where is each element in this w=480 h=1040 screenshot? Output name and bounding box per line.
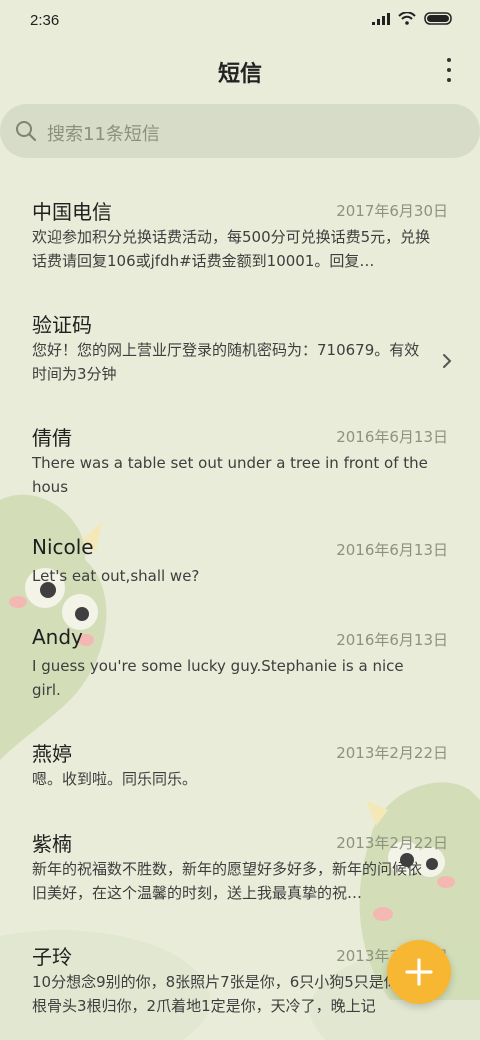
search-input[interactable]: 搜索11条短信 (0, 104, 480, 158)
app-header: 短信 (0, 40, 480, 100)
battery-icon (424, 12, 452, 25)
contact-name: 燕婷 (32, 742, 72, 766)
contact-name: 验证码 (32, 313, 92, 337)
more-options-button[interactable] (442, 58, 456, 82)
message-preview: 10分想念9别的你，8张照片7张是你，6只小狗5只是你，4根骨头3根归你，2爪着… (32, 973, 424, 1015)
conversation-item[interactable]: 倩倩 2016年6月13日 There was a table set out … (0, 406, 480, 516)
chevron-right-icon (443, 354, 452, 368)
message-preview: 您好！您的网上营业厅登录的随机密码为：710679。有效时间为3分钟 (32, 341, 420, 383)
contact-name: 倩倩 (32, 426, 72, 450)
status-time: 2:36 (30, 12, 60, 29)
status-icons (372, 12, 454, 25)
conversation-item[interactable]: 验证码 您好！您的网上营业厅登录的随机密码为：710679。有效时间为3分钟 (0, 293, 480, 403)
contact-name: 紫楠 (32, 832, 72, 856)
conversation-item[interactable]: Andy 2016年6月13日 I guess you're some luck… (0, 609, 480, 719)
conversation-item[interactable]: 中国电信 2017年6月30日 欢迎参加积分兑换话费活动，每500分可兑换话费5… (0, 180, 480, 290)
message-date: 2013年2月22日 (336, 834, 448, 852)
message-date: 2013年2月22日 (336, 744, 448, 762)
page-title: 短信 (217, 62, 262, 87)
message-date: 2016年6月13日 (336, 428, 448, 446)
message-preview: 嗯。收到啦。同乐同乐。 (32, 770, 198, 788)
message-date: 2016年6月13日 (336, 541, 448, 559)
plus-icon (405, 958, 433, 986)
wifi-icon (398, 12, 416, 25)
message-preview: Let's eat out,shall we? (32, 567, 200, 585)
contact-name: 子玲 (32, 945, 72, 969)
search-placeholder: 搜索11条短信 (47, 124, 160, 145)
status-bar: 2:36 (0, 0, 480, 40)
conversation-item[interactable]: Nicole 2016年6月13日 Let's eat out,shall we… (0, 519, 480, 607)
contact-name: Nicole (32, 535, 94, 559)
more-vertical-icon (447, 58, 451, 62)
message-preview: 新年的祝福数不胜数，新年的愿望好多好多，新年的问候依旧美好，在这个温馨的时刻，送… (32, 860, 423, 902)
contact-name: Andy (32, 625, 83, 649)
message-preview: I guess you're some lucky guy.Stephanie … (32, 657, 404, 699)
message-date: 2017年6月30日 (336, 202, 448, 220)
conversation-item[interactable]: 紫楠 2013年2月22日 新年的祝福数不胜数，新年的愿望好多好多，新年的问候依… (0, 812, 480, 922)
message-preview: 欢迎参加积分兑换话费活动，每500分可兑换话费5元，兑换话费请回复106或jfd… (32, 228, 431, 270)
message-preview: There was a table set out under a tree i… (32, 454, 428, 496)
contact-name: 中国电信 (32, 200, 112, 224)
conversation-item[interactable]: 燕婷 2013年2月22日 嗯。收到啦。同乐同乐。 (0, 722, 480, 810)
compose-button[interactable] (387, 940, 451, 1004)
search-icon (16, 121, 37, 142)
message-date: 2016年6月13日 (336, 631, 448, 649)
signal-icon (372, 12, 390, 25)
